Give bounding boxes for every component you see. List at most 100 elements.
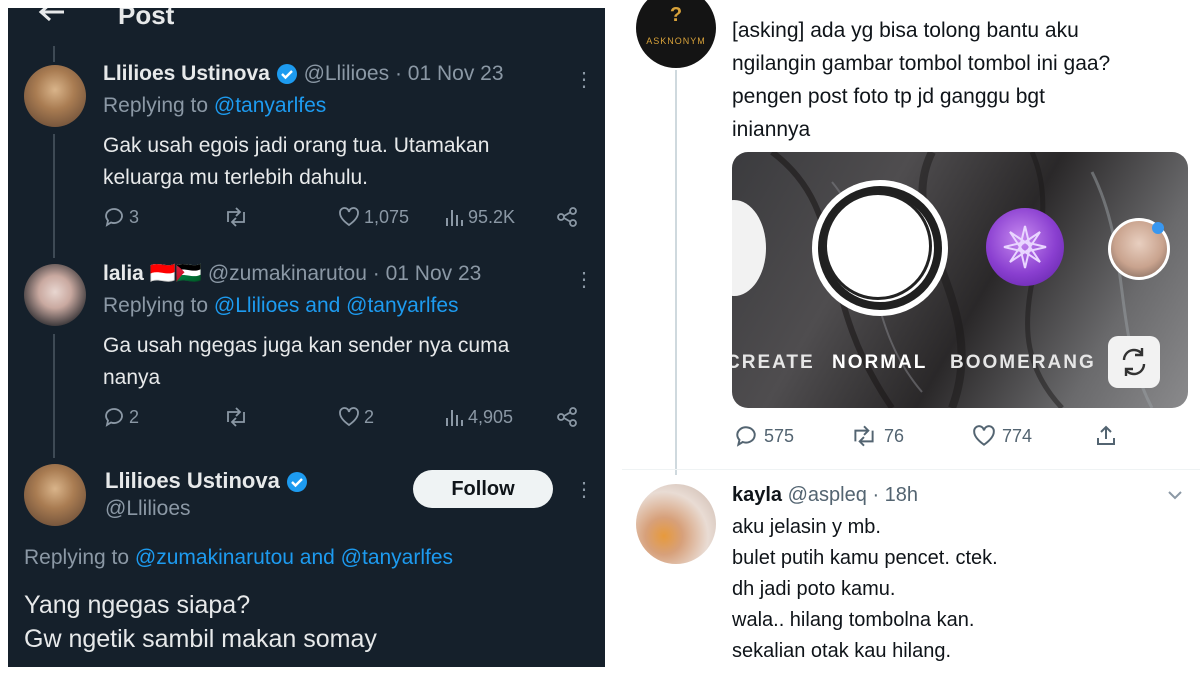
reply-button[interactable]: 3 (103, 206, 139, 228)
tweet-header: Llilioes Ustinova @Llilioes · 01 Nov 23 (103, 62, 504, 86)
author-name[interactable]: kayla (732, 484, 782, 506)
replying-mention-link[interactable]: @tanyarlfes (214, 94, 326, 117)
main-tweet-text: Yang ngegas siapa? Gw ngetik sambil maka… (24, 588, 377, 656)
author-handle[interactable]: @Llilioes (304, 62, 390, 85)
retweet-icon (854, 425, 874, 447)
post-text: [asking] ada yg bisa tolong bantu aku ng… (732, 14, 1110, 146)
logo-text: ASKNONYM (646, 36, 706, 46)
retweet-icon (227, 207, 245, 227)
verified-badge-icon (286, 472, 307, 493)
arrow-left-icon (38, 8, 64, 22)
author-name[interactable]: Llilioes Ustinova (105, 468, 280, 493)
views-chart-icon (446, 410, 463, 426)
like-button[interactable]: 774 (972, 424, 1032, 448)
view-count: 95.2K (468, 206, 516, 227)
reply-button[interactable]: 2 (103, 406, 139, 428)
author-name[interactable]: lalia 🇮🇩🇵🇸 (103, 262, 202, 285)
like-count: 2 (364, 406, 375, 427)
right-screenshot-panel: ? ASKNONYM [asking] ada yg bisa tolong b… (622, 0, 1200, 675)
share-button[interactable] (556, 406, 578, 428)
thread-line (53, 334, 55, 458)
reply-time[interactable]: 18h (885, 484, 918, 506)
avatar[interactable] (24, 464, 86, 526)
avatar[interactable]: ? ASKNONYM (636, 0, 716, 68)
follow-button[interactable]: Follow (413, 470, 553, 508)
author-handle[interactable]: @zumakinarutou (208, 262, 367, 285)
author-handle[interactable]: @aspleq (788, 484, 867, 506)
author-name[interactable]: Llilioes Ustinova (103, 62, 270, 85)
camera-mode-create[interactable]: CREATE (732, 352, 815, 374)
post-photo[interactable]: CREATE NORMAL BOOMERANG (732, 152, 1188, 408)
retweet-button[interactable] (223, 406, 249, 428)
retweet-button[interactable] (223, 206, 249, 228)
retweet-button[interactable]: 76 (850, 424, 904, 448)
avatar[interactable] (636, 484, 716, 564)
tweet-text-line: Gw ngetik sambil makan somay (24, 625, 377, 653)
logo-mark: ? (669, 4, 683, 26)
separator: · (372, 262, 380, 285)
reply-icon (736, 426, 756, 447)
post-text-line: iniannya (732, 118, 811, 141)
tweet-text-line: Ga usah ngegas juga kan sender nya cuma (103, 334, 510, 357)
reply-count: 3 (129, 206, 140, 227)
replying-to: Replying to @Llilioes and @tanyarlfes (103, 294, 459, 318)
views-button[interactable]: 95.2K (444, 206, 515, 228)
heart-icon (339, 207, 359, 227)
reply-text-line: dh jadi poto kamu. (732, 578, 896, 600)
tweet-date[interactable]: 01 Nov 23 (386, 262, 482, 285)
reply-text-line: bulet putih kamu pencet. ctek. (732, 547, 998, 569)
main-author: Llilioes Ustinova (105, 468, 308, 494)
reply-count: 575 (764, 425, 795, 446)
tweet-text-line: keluarga mu terlebih dahulu. (103, 166, 369, 189)
reply-header: kayla @aspleq · 18h (732, 484, 918, 507)
replying-label: Replying to (103, 294, 214, 317)
replying-label: Replying to (24, 546, 135, 569)
heart-icon (973, 425, 995, 446)
post-text-line: pengen post foto tp jd ganggu bgt (732, 85, 1045, 108)
notification-dot (1152, 222, 1164, 234)
tweet-date[interactable]: 01 Nov 23 (408, 62, 504, 85)
author-handle[interactable]: @Llilioes (105, 497, 191, 521)
reply-button[interactable]: 575 (734, 424, 794, 448)
replying-mention-link[interactable]: @zumakinarutou and @tanyarlfes (135, 546, 453, 569)
views-chart-icon (446, 210, 463, 226)
views-button[interactable]: 4,905 (444, 406, 513, 428)
camera-mode-boomerang[interactable]: BOOMERANG (950, 352, 1098, 374)
camera-mode-normal[interactable]: NORMAL (832, 352, 927, 374)
chevron-down-icon[interactable] (1166, 486, 1184, 509)
reply-text-line: aku jelasin y mb. (732, 516, 881, 538)
flower-icon (1003, 225, 1047, 269)
reply-text-line: wala.. hilang tombolna kan. (732, 609, 975, 631)
thread-line (53, 134, 55, 258)
divider (622, 469, 1200, 470)
more-options-icon[interactable]: ⋮ (574, 270, 594, 290)
tweet-text-line: Gak usah egois jadi orang tua. Utamakan (103, 134, 490, 157)
like-button[interactable]: 2 (338, 406, 374, 428)
more-options-icon[interactable]: ⋮ (574, 480, 594, 500)
share-button[interactable] (1094, 424, 1118, 448)
replying-label: Replying to (103, 94, 214, 117)
retweet-icon (227, 407, 245, 427)
replying-mention-link[interactable]: @Llilioes and @tanyarlfes (214, 294, 459, 317)
tweet-text-line: Yang ngegas siapa? (24, 591, 251, 619)
avatar[interactable] (24, 264, 86, 326)
share-button[interactable] (556, 206, 578, 228)
more-options-icon[interactable]: ⋮ (574, 70, 594, 90)
avatar[interactable] (24, 65, 86, 127)
reply-text: aku jelasin y mb. bulet putih kamu pence… (732, 512, 998, 667)
shutter-inner-ring (824, 192, 932, 300)
separator: · (872, 484, 880, 506)
reply-icon (105, 208, 123, 227)
page-title: Post (118, 8, 175, 30)
tweet-text: Gak usah egois jadi orang tua. Utamakan … (103, 130, 489, 194)
like-button[interactable]: 1,075 (338, 206, 409, 228)
tweet-header: lalia 🇮🇩🇵🇸 @zumakinarutou · 01 Nov 23 (103, 262, 481, 286)
back-button[interactable] (36, 8, 66, 32)
share-upload-icon (1097, 425, 1115, 445)
verified-badge-icon (276, 64, 297, 85)
post-text-line: [asking] ada yg bisa tolong bantu aku (732, 19, 1079, 42)
switch-camera-button[interactable] (1108, 336, 1160, 388)
separator: · (394, 62, 402, 85)
filter-effect-button[interactable] (986, 208, 1064, 286)
post-text-line: ngilangin gambar tombol tombol ini gaa? (732, 52, 1111, 75)
